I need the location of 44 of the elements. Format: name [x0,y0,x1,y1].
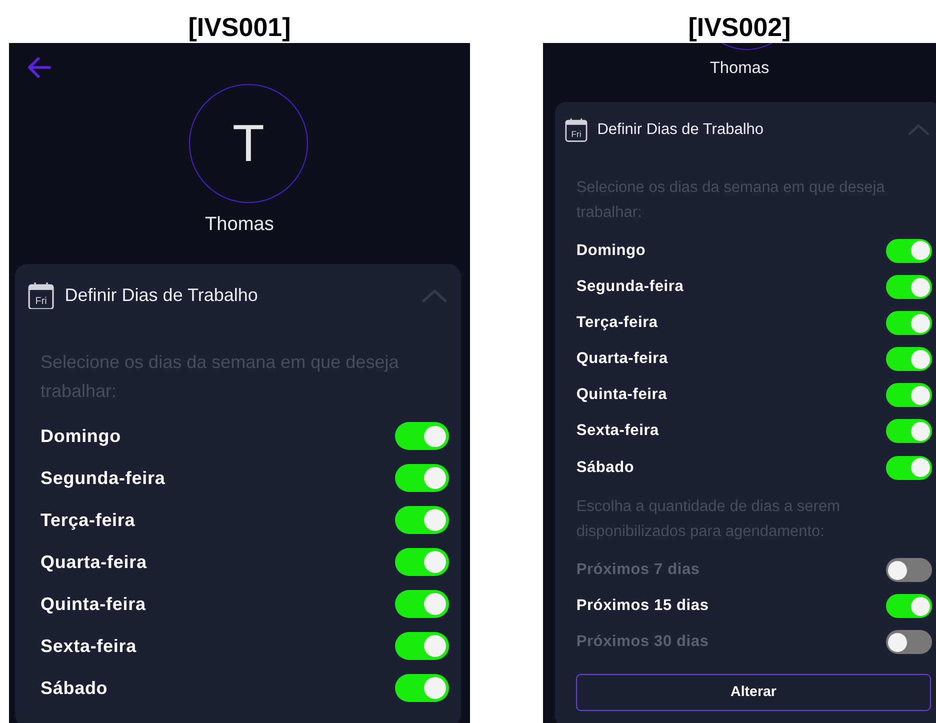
toggle-switch[interactable] [886,630,932,654]
toggle-switch[interactable] [395,464,450,492]
option-label: Quarta-feira [576,350,668,368]
toggle-switch[interactable] [395,590,450,618]
option-label: Quarta-feira [40,552,147,573]
toggle-switch[interactable] [886,311,932,336]
option-label: Quinta-feira [40,594,146,615]
option-label: Domingo [576,242,646,260]
toggle-switch[interactable] [886,419,932,444]
calendar-icon: Fri [565,118,588,142]
option-label: Próximos 15 dias [576,597,709,616]
option-label: Sábado [40,678,108,699]
option-label: Próximos 7 dias [576,561,700,580]
card-title: Definir Dias de Trabalho [64,285,259,306]
option-label: Sábado [576,458,634,477]
option-label: Domingo [40,426,121,447]
toggle-switch[interactable] [886,558,932,582]
option-label: Quinta-feira [576,386,668,404]
toggle-switch[interactable] [886,456,932,480]
toggle-switch[interactable] [886,383,932,408]
toggle-switch[interactable] [886,594,932,618]
toggle-switch[interactable] [395,548,450,576]
toggle-switch[interactable] [395,632,450,660]
card-title: Definir Dias de Trabalho [597,120,765,139]
option-label: Segunda-feira [40,468,166,489]
screenshot-label: [IVS001] [188,11,291,43]
toggle-switch[interactable] [395,506,450,534]
option-label: Sexta-feira [576,422,659,440]
alterar-button[interactable]: Alterar [576,674,931,711]
user-name: Thomas [205,214,274,236]
toggle-switch[interactable] [395,674,450,702]
toggle-switch[interactable] [886,274,932,299]
toggle-switch[interactable] [395,422,450,450]
option-label: Sexta-feira [40,636,136,657]
toggle-switch[interactable] [886,347,932,372]
screenshot-label: [IVS002] [688,11,791,43]
option-label: Terça-feira [576,314,658,332]
option-label: Segunda-feira [576,278,684,296]
avatar-circle: T [189,84,308,204]
calendar-icon: Fri [28,282,54,310]
option-label: Próximos 30 dias [576,633,709,652]
user-name: Thomas [710,59,770,78]
toggle-switch[interactable] [886,238,932,263]
option-label: Terça-feira [40,510,136,531]
